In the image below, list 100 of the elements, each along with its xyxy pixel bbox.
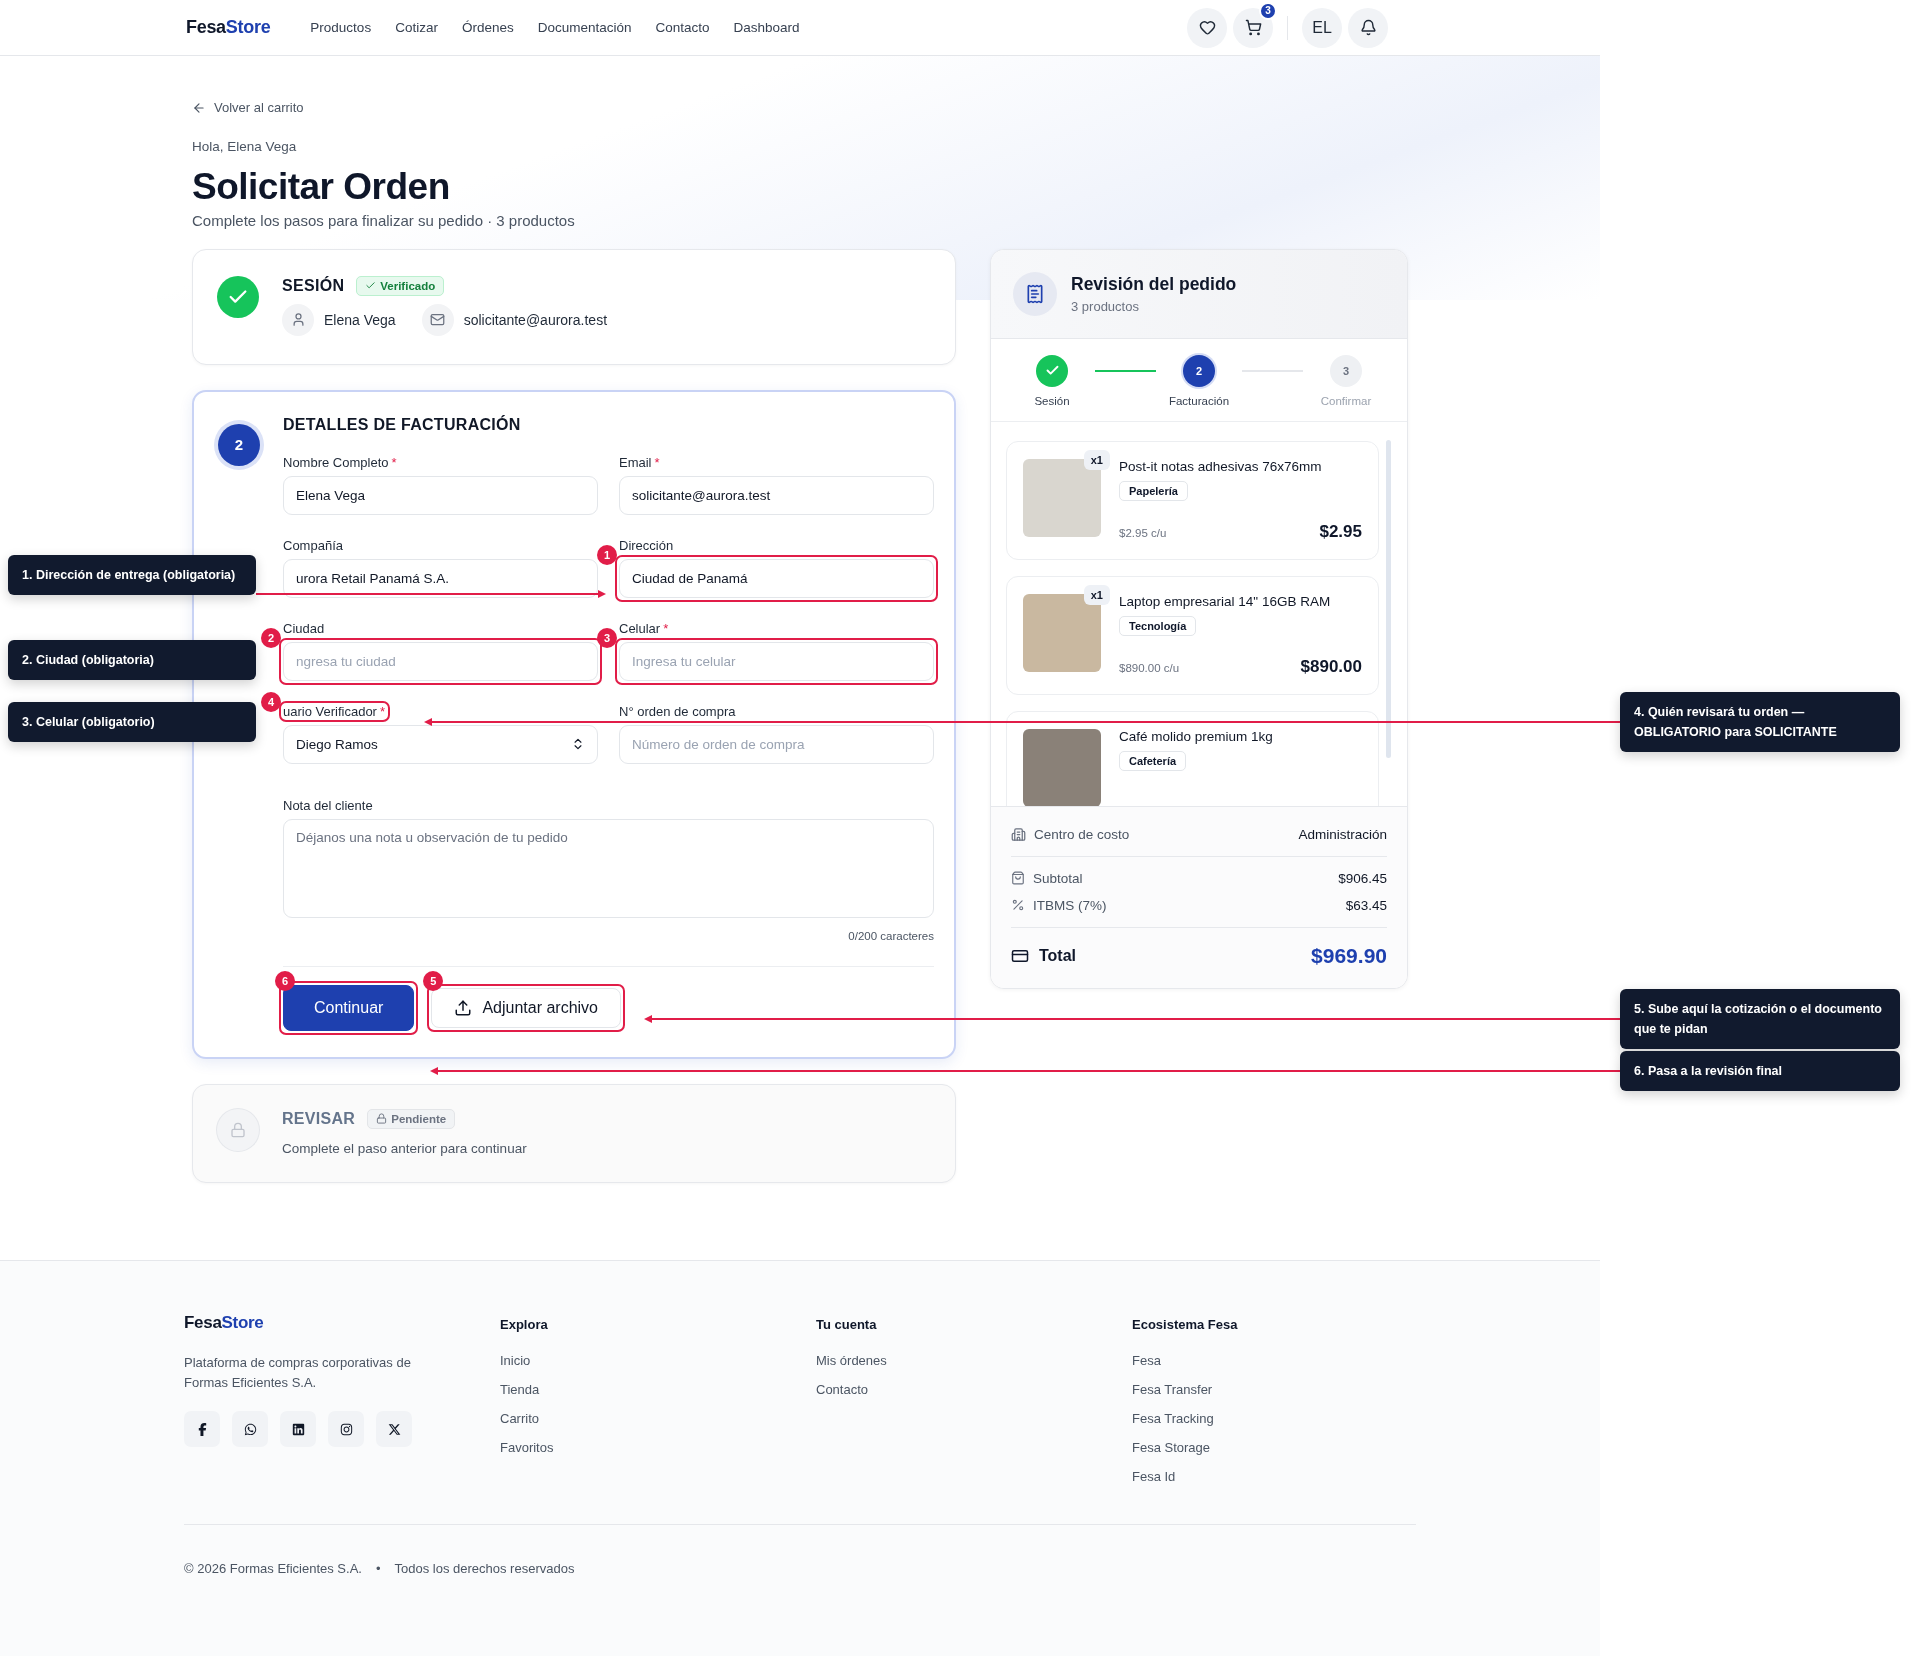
attach-button[interactable]: Adjuntar archivo (431, 987, 621, 1028)
field-label: N° orden de compra (619, 703, 736, 719)
footer-heading: Tu cuenta (816, 1317, 878, 1332)
page-subtitle: Complete los pasos para finalizar su pedido · 3 productos (192, 211, 576, 229)
step-number-badge: 3 (597, 627, 617, 648)
footer-link[interactable]: Fesa Storage (1132, 1440, 1448, 1455)
back-link[interactable]: Volver al carrito (192, 100, 304, 115)
footer-link[interactable]: Fesa Id (1132, 1469, 1448, 1484)
footer-link[interactable]: Inicio (500, 1353, 816, 1368)
footer-heading: Ecosistema Fesa (1132, 1317, 1239, 1332)
avatar-button[interactable]: EL (1302, 7, 1342, 48)
input-field[interactable]: urora Retail Panamá S.A. (283, 558, 598, 598)
input-field[interactable]: Ciudad de Panamá (619, 558, 934, 598)
summary-title: Revisión del pedido (1071, 273, 1237, 295)
summary-label: Subtotal (1011, 870, 1083, 886)
store-logo[interactable]: FesaStore (186, 17, 271, 38)
category-tag: Cafetería (1119, 750, 1187, 771)
footer-link[interactable]: Mis órdenes (816, 1353, 1132, 1368)
summary-label: ITBMS (7%) (1011, 897, 1107, 913)
character-counter: 0/200 caracteres (848, 929, 934, 942)
footer-link[interactable]: Favoritos (500, 1440, 816, 1455)
nav-link[interactable]: Contacto (655, 20, 710, 35)
cost-center-value: Administración (1298, 826, 1387, 842)
step-number-circle: 2 (218, 423, 260, 466)
tour-callout: 6. Pasa a la revisión final (1620, 1051, 1900, 1091)
facebook-icon[interactable] (184, 1411, 220, 1447)
field-label: Ciudad (283, 620, 325, 636)
step-label: Sesión (1034, 394, 1070, 407)
tour-callout: 4. Quién revisará tu orden — OBLIGATORIO para SOLICITANTE (1620, 692, 1900, 752)
input-field[interactable]: solicitante@aurora.test (619, 475, 934, 515)
input-field[interactable]: Elena Vega (283, 475, 598, 515)
footer-link[interactable]: Carrito (500, 1411, 816, 1426)
select-field[interactable]: Diego Ramos (283, 724, 598, 764)
product-name: Laptop empresarial 14" 16GB RAM (1119, 593, 1332, 609)
step-message: Complete el paso anterior para continuar (282, 1140, 528, 1156)
step-number-badge: 4 (261, 691, 281, 712)
step-label: Facturación (1168, 394, 1230, 407)
instagram-icon[interactable] (328, 1411, 364, 1447)
nav-link[interactable]: Dashboard (733, 20, 800, 35)
status-badge: Pendiente (367, 1108, 456, 1129)
field-label: uario Verificador * (283, 703, 385, 719)
product-total: $890.00 (1300, 656, 1362, 677)
step-title: SESIÓN (282, 276, 345, 295)
field-label: Nota del cliente (283, 797, 374, 813)
field-label: Dirección (619, 537, 674, 553)
product-name: Post-it notas adhesivas 76x76mm (1119, 458, 1323, 474)
footer-link[interactable]: Fesa Transfer (1132, 1382, 1448, 1397)
tour-callout: 2. Ciudad (obligatoria) (8, 640, 256, 680)
check-icon (217, 275, 259, 318)
continue-button[interactable]: Continuar (283, 984, 415, 1031)
footer-link[interactable]: Fesa (1132, 1353, 1448, 1368)
linkedin-icon[interactable] (280, 1411, 316, 1447)
summary-subtitle: 3 productos (1071, 298, 1140, 314)
step-circle: 2 (1181, 352, 1217, 389)
product-name: Café molido premium 1kg (1119, 728, 1274, 744)
greeting: Hola, Elena Vega (192, 138, 298, 154)
input-field[interactable]: Ingresa tu celular (619, 641, 934, 681)
footer-link[interactable]: Fesa Tracking (1132, 1411, 1448, 1426)
lock-icon (217, 1108, 259, 1151)
copyright: © 2026 Formas Eficientes S.A. (184, 1561, 362, 1576)
category-tag: Papelería (1119, 480, 1188, 501)
nav-link[interactable]: Órdenes (461, 20, 514, 35)
arrow-left-icon (192, 100, 206, 115)
input-field[interactable]: Número de orden de compra (619, 724, 934, 764)
rights-text: Todos los derechos reservados (394, 1561, 575, 1576)
status-badge: Verificado (356, 275, 445, 296)
step-number-badge: 2 (261, 627, 281, 648)
product-total: $2.95 (1319, 521, 1362, 542)
footer-link[interactable]: Tienda (500, 1382, 816, 1397)
total-value: $969.90 (1311, 943, 1387, 968)
upload-icon (454, 998, 473, 1017)
building-icon (1011, 826, 1026, 842)
summary-value: $63.45 (1345, 897, 1387, 913)
note-field[interactable]: Déjanos una nota u observación de tu pedido (283, 818, 934, 918)
field-label: Nombre Completo * (283, 454, 397, 470)
input-field[interactable]: ngresa tu ciudad (283, 641, 598, 681)
cart-count-badge: 3 (1259, 1, 1277, 20)
tour-callout: 1. Dirección de entrega (obligatoria) (8, 555, 256, 595)
step-number-badge: 1 (597, 544, 617, 565)
category-tag: Tecnología (1119, 615, 1197, 636)
nav-link[interactable]: Productos (310, 20, 372, 35)
whatsapp-icon[interactable] (232, 1411, 268, 1447)
step-number-badge: 5 (423, 970, 444, 991)
x-icon[interactable] (376, 1411, 412, 1447)
separator-dot: • (375, 1561, 381, 1576)
footer-logo[interactable]: FesaStore (184, 1313, 500, 1333)
percent-icon (1011, 898, 1025, 912)
mail-icon (421, 303, 454, 336)
quantity-badge: x1 (1083, 449, 1110, 470)
step-number-badge: 6 (275, 970, 295, 991)
step-label: Confirmar (1320, 394, 1372, 407)
nav-link[interactable]: Cotizar (395, 20, 438, 35)
unit-price: $890.00 c/u (1119, 661, 1180, 674)
unit-price: $2.95 c/u (1119, 526, 1167, 539)
field-label: Compañía (283, 537, 343, 553)
nav-link[interactable]: Documentación (537, 20, 632, 35)
bell-icon[interactable] (1348, 7, 1388, 48)
footer-link[interactable]: Contacto (816, 1382, 1132, 1397)
user-name: Elena Vega (324, 311, 396, 328)
bag-icon (1011, 871, 1025, 885)
